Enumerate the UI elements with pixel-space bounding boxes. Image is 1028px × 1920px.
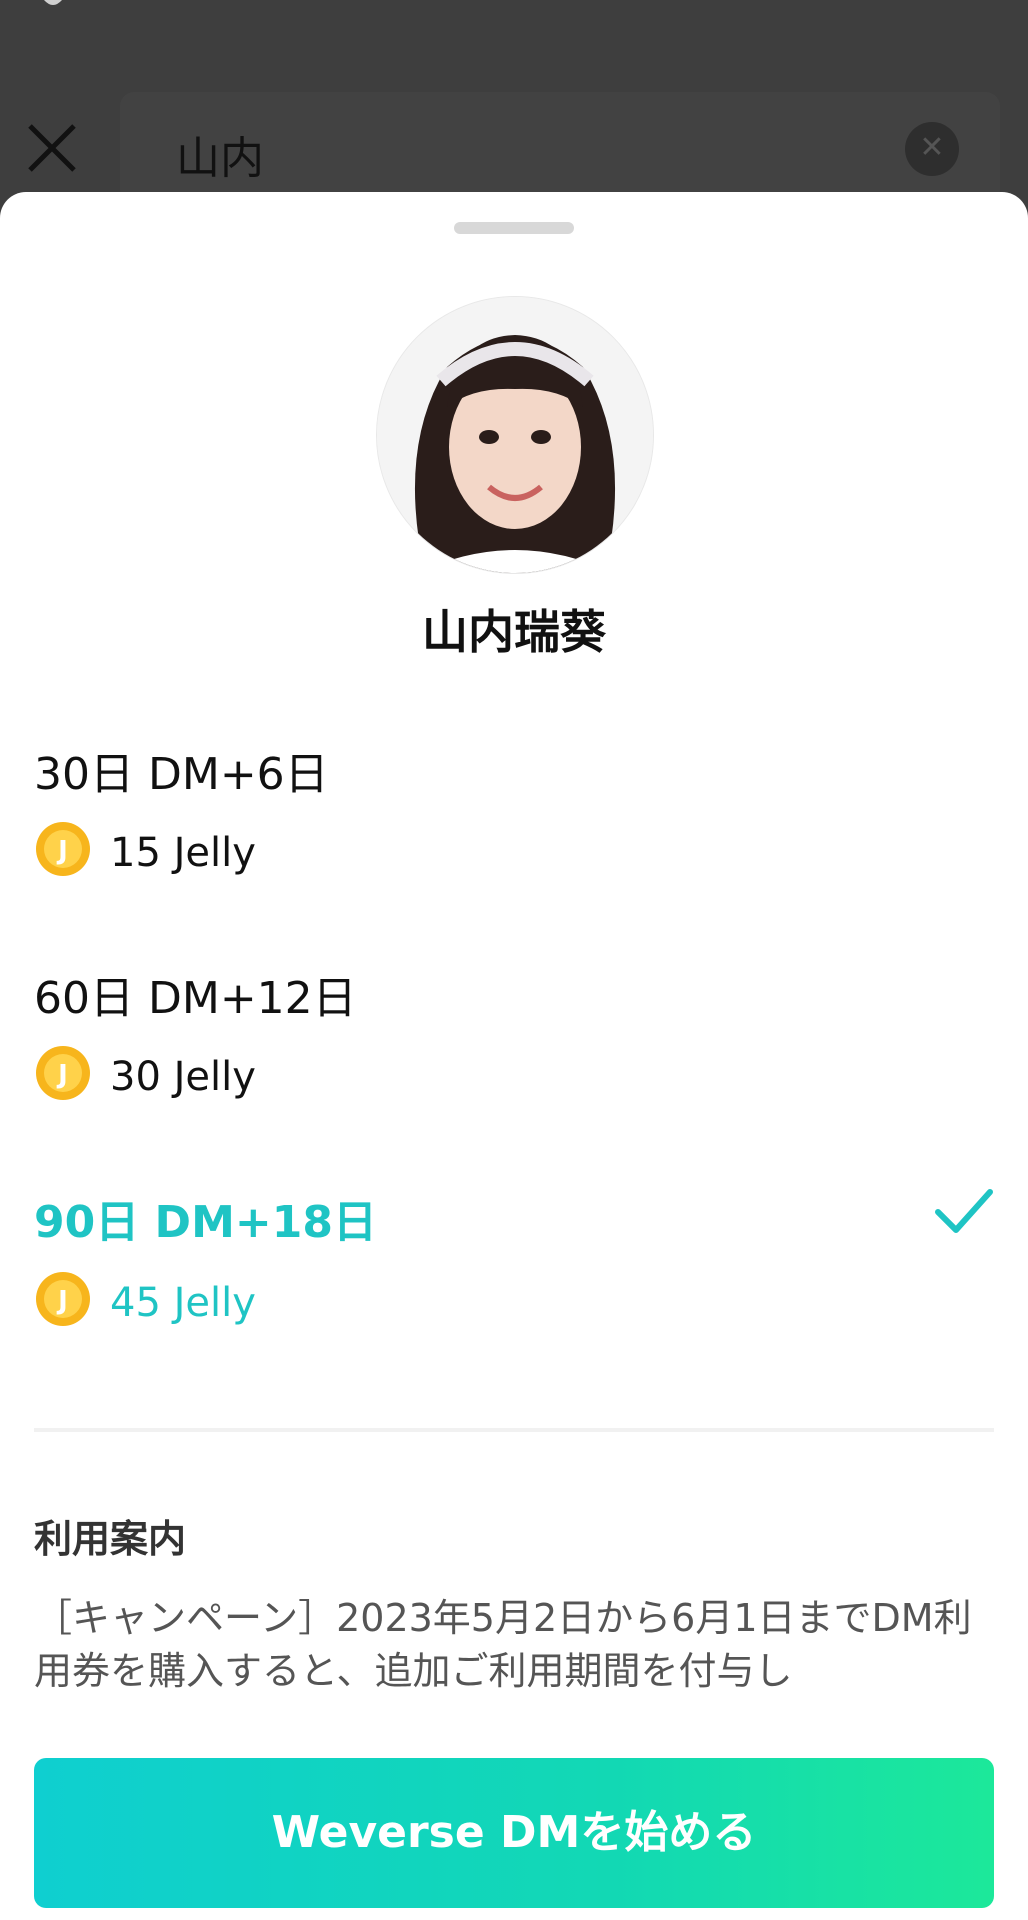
close-icon[interactable] [24, 120, 80, 176]
start-dm-button[interactable]: Weverse DMを始める [34, 1758, 994, 1908]
jelly-coin-icon: J [36, 1046, 90, 1100]
usage-guide-text: ［キャンペーン］2023年5月2日から6月1日までDM利用券を購入すると、追加ご… [34, 1596, 972, 1693]
jelly-coin-icon: J [36, 822, 90, 876]
clear-icon[interactable]: ✕ [905, 122, 959, 176]
search-input[interactable]: 山内 ✕ [120, 92, 1000, 204]
plan-option-60-days[interactable]: 60日 DM+12日 J 30 Jelly [34, 962, 994, 1142]
artist-avatar [376, 296, 654, 574]
plan-option-30-days[interactable]: 30日 DM+6日 J 15 Jelly [34, 738, 994, 918]
sheet-drag-handle[interactable] [454, 222, 574, 234]
search-bar: 山内 ✕ [0, 40, 1028, 204]
plan-option-90-days[interactable]: 90日 DM+18日 J 45 Jelly [34, 1186, 994, 1366]
jelly-coin-icon: J [36, 1272, 90, 1326]
svg-text:J: J [56, 836, 68, 866]
status-bar [0, 0, 1028, 20]
plan-title: 30日 DM+6日 [34, 749, 329, 800]
usage-guide-title: 利用案内 [34, 1517, 187, 1561]
avatar-image [377, 297, 653, 573]
svg-text:J: J [56, 1060, 68, 1090]
shield-icon [44, 0, 62, 5]
svg-text:J: J [56, 1286, 68, 1316]
plan-title: 90日 DM+18日 [34, 1197, 377, 1248]
artist-name: 山内瑞葵 [422, 605, 606, 659]
check-icon [935, 1189, 993, 1233]
plan-title: 60日 DM+12日 [34, 973, 357, 1024]
plan-price: 15 Jelly [110, 830, 256, 876]
bottom-sheet: 山内瑞葵 30日 DM+6日 J 15 Jelly 60日 DM+12日 J 3… [0, 192, 1028, 1920]
search-query-text: 山内 [176, 133, 264, 184]
section-divider [34, 1428, 994, 1432]
plan-price: 45 Jelly [110, 1280, 256, 1326]
plan-price: 30 Jelly [110, 1054, 256, 1100]
